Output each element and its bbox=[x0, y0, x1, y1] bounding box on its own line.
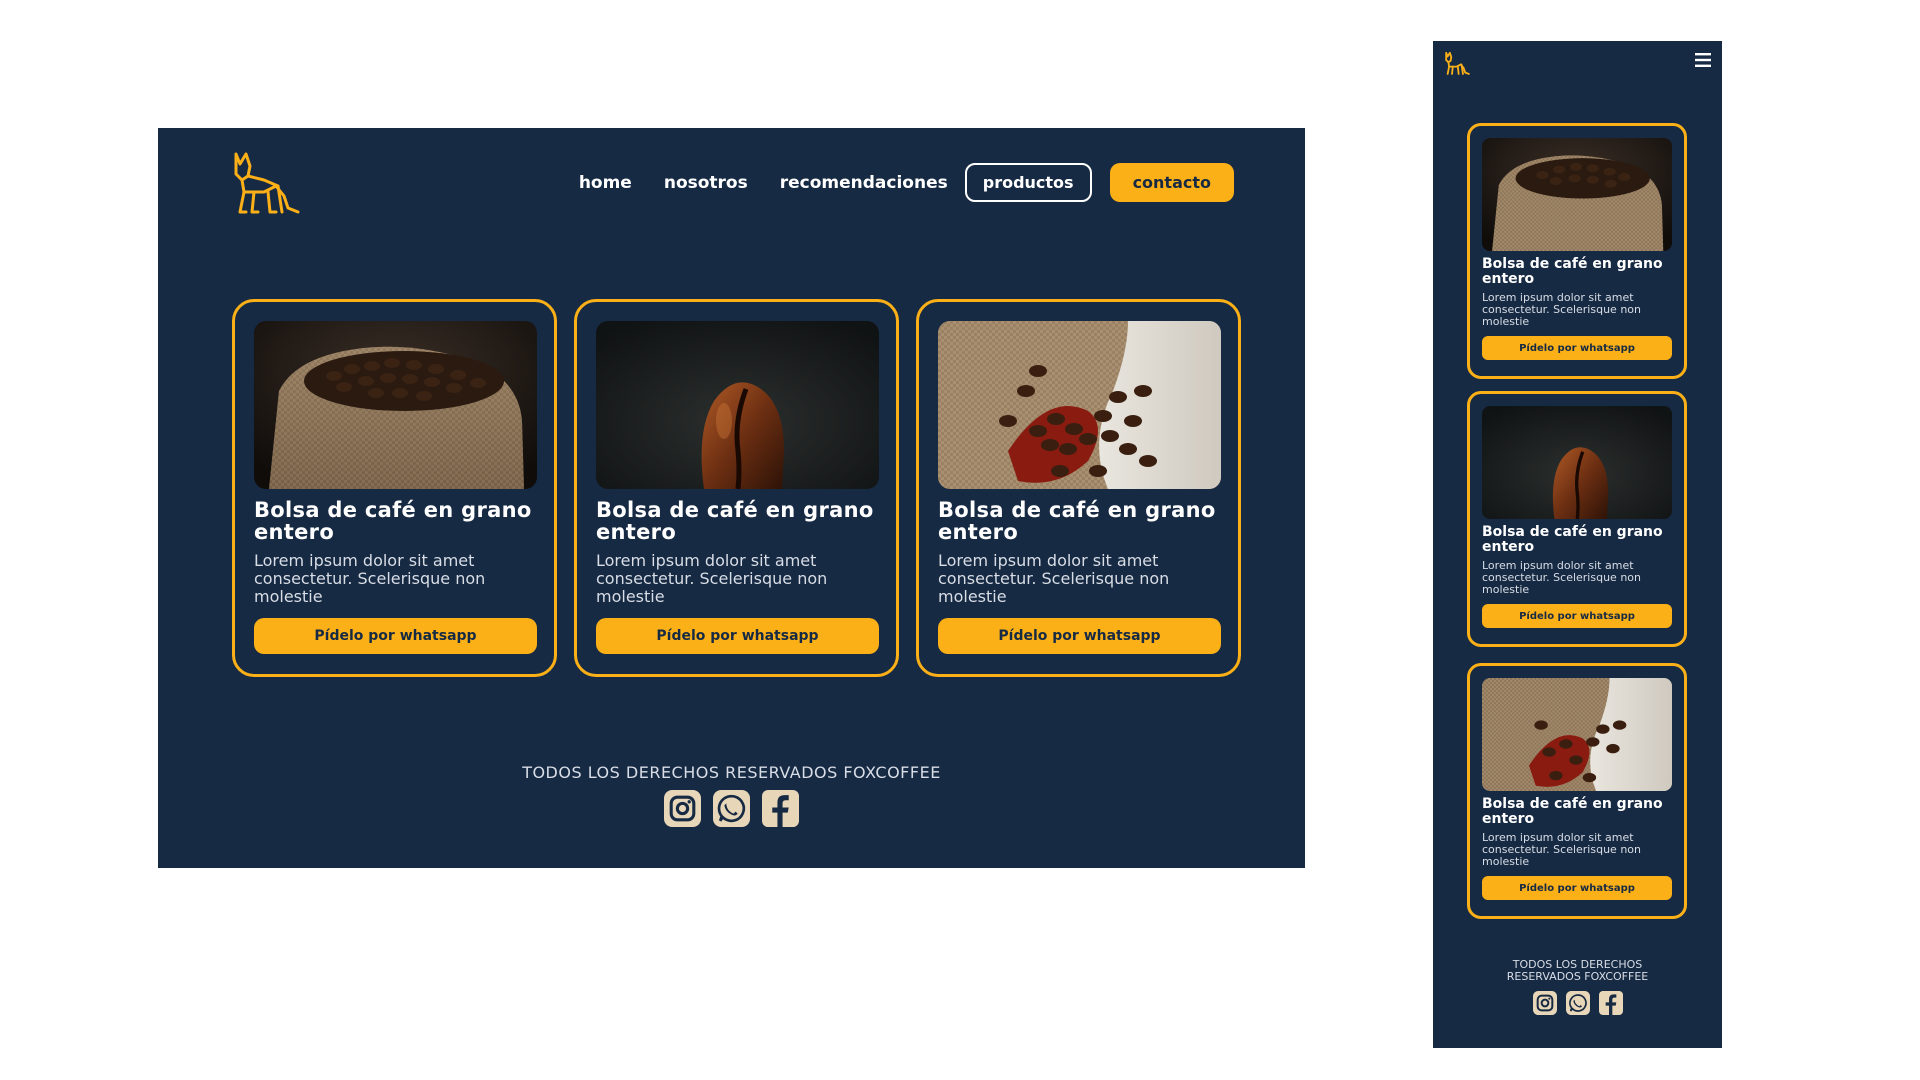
coffee-sack-image bbox=[1482, 138, 1672, 251]
product-card: Bolsa de café en grano entero Lorem ipsu… bbox=[574, 299, 899, 677]
facebook-icon[interactable] bbox=[1598, 991, 1623, 1015]
product-title: Bolsa de café en grano entero bbox=[938, 498, 1216, 544]
order-whatsapp-button[interactable]: Pídelo por whatsapp bbox=[254, 618, 537, 654]
product-title: Bolsa de café en grano entero bbox=[1482, 256, 1663, 287]
footer: TODOS LOS DERECHOS RESERVADOS FOXCOFFEE bbox=[158, 763, 1305, 827]
order-whatsapp-button[interactable]: Pídelo por whatsapp bbox=[1482, 876, 1672, 900]
product-description: Lorem ipsum dolor sit amet consectetur. … bbox=[596, 551, 828, 606]
main-nav: home nosotros recomendaciones productos … bbox=[579, 163, 1234, 202]
social-links bbox=[1433, 991, 1722, 1015]
instagram-icon[interactable] bbox=[664, 790, 701, 827]
coffee-beans-scoop-image bbox=[938, 321, 1221, 489]
footer: TODOS LOS DERECHOS RESERVADOS FOXCOFFEE bbox=[1433, 959, 1722, 1015]
product-title: Bolsa de café en grano entero bbox=[596, 498, 874, 544]
product-cards: Bolsa de café en grano entero Lorem ipsu… bbox=[232, 299, 1241, 677]
product-card: Bolsa de café en grano entero Lorem ipsu… bbox=[1467, 663, 1687, 919]
coffee-bean-closeup-image bbox=[596, 321, 879, 489]
product-card: Bolsa de café en grano entero Lorem ipsu… bbox=[1467, 123, 1687, 379]
fox-logo-icon[interactable] bbox=[230, 150, 304, 214]
product-description: Lorem ipsum dolor sit amet consectetur. … bbox=[938, 551, 1170, 606]
product-card: Bolsa de café en grano entero Lorem ipsu… bbox=[232, 299, 557, 677]
fox-logo-icon[interactable] bbox=[1444, 51, 1471, 75]
copyright-text: TODOS LOS DERECHOS RESERVADOS FOXCOFFEE bbox=[1506, 958, 1649, 983]
instagram-icon[interactable] bbox=[1532, 991, 1557, 1015]
nav-recomendaciones[interactable]: recomendaciones bbox=[780, 173, 948, 193]
order-whatsapp-button[interactable]: Pídelo por whatsapp bbox=[938, 618, 1221, 654]
coffee-sack-image bbox=[254, 321, 537, 489]
order-whatsapp-button[interactable]: Pídelo por whatsapp bbox=[596, 618, 879, 654]
order-whatsapp-button[interactable]: Pídelo por whatsapp bbox=[1482, 336, 1672, 360]
nav-home[interactable]: home bbox=[579, 173, 632, 193]
product-description: Lorem ipsum dolor sit amet consectetur. … bbox=[1482, 831, 1641, 868]
coffee-bean-closeup-image bbox=[1482, 406, 1672, 519]
product-description: Lorem ipsum dolor sit amet consectetur. … bbox=[1482, 291, 1641, 328]
hamburger-menu-icon[interactable] bbox=[1695, 53, 1711, 67]
product-card: Bolsa de café en grano entero Lorem ipsu… bbox=[916, 299, 1241, 677]
social-links bbox=[158, 790, 1305, 827]
order-whatsapp-button[interactable]: Pídelo por whatsapp bbox=[1482, 604, 1672, 628]
coffee-beans-scoop-image bbox=[1482, 678, 1672, 791]
nav-contacto-button[interactable]: contacto bbox=[1109, 163, 1234, 202]
product-description: Lorem ipsum dolor sit amet consectetur. … bbox=[1482, 559, 1641, 596]
mobile-mockup: Bolsa de café en grano entero Lorem ipsu… bbox=[1433, 41, 1722, 1048]
product-description: Lorem ipsum dolor sit amet consectetur. … bbox=[254, 551, 486, 606]
whatsapp-icon[interactable] bbox=[713, 790, 750, 827]
desktop-mockup: home nosotros recomendaciones productos … bbox=[158, 128, 1305, 868]
product-title: Bolsa de café en grano entero bbox=[254, 498, 532, 544]
nav-productos-button[interactable]: productos bbox=[964, 163, 1092, 202]
copyright-text: TODOS LOS DERECHOS RESERVADOS FOXCOFFEE bbox=[522, 763, 941, 782]
product-card: Bolsa de café en grano entero Lorem ipsu… bbox=[1467, 391, 1687, 647]
whatsapp-icon[interactable] bbox=[1565, 991, 1590, 1015]
facebook-icon[interactable] bbox=[762, 790, 799, 827]
product-title: Bolsa de café en grano entero bbox=[1482, 796, 1663, 827]
nav-nosotros[interactable]: nosotros bbox=[664, 173, 748, 193]
product-title: Bolsa de café en grano entero bbox=[1482, 524, 1663, 555]
